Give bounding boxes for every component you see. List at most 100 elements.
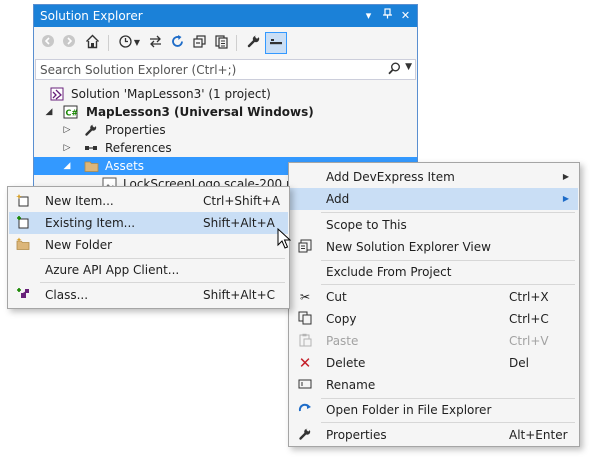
menu-item-add-devexpress-item[interactable]: Add DevExpress Item ▶ (290, 166, 578, 188)
menu-separator (321, 212, 575, 213)
menu-item-delete[interactable]: ✕ Delete Del (290, 352, 578, 374)
collapsed-arrow-icon[interactable]: ▷ (62, 139, 72, 157)
search-input[interactable]: Search Solution Explorer (Ctrl+;) ▼ (35, 59, 416, 80)
close-icon[interactable]: ✕ (398, 8, 413, 23)
chevron-down-icon[interactable]: ▼ (132, 34, 142, 52)
tree-item-label: Properties (105, 123, 166, 137)
auto-hide-pin-icon[interactable] (380, 8, 395, 23)
menu-item-shortcut: Shift+Alt+C (203, 288, 276, 302)
add-submenu: New Item... Ctrl+Shift+A Existing Item..… (7, 186, 290, 309)
paste-icon (297, 333, 313, 349)
search-icon[interactable] (388, 62, 401, 78)
new-folder-icon (15, 237, 31, 253)
menu-item-exclude-from-project[interactable]: Exclude From Project (290, 261, 578, 283)
menu-item-properties[interactable]: Properties Alt+Enter (290, 424, 578, 446)
open-folder-icon (297, 402, 313, 418)
tree-item-label: Assets (105, 159, 145, 173)
menu-item-shortcut: Ctrl+X (509, 290, 549, 304)
solution-icon (50, 87, 65, 101)
new-item-icon (15, 193, 31, 209)
wrench-icon (297, 427, 313, 443)
menu-separator (321, 422, 575, 423)
collapse-all-icon[interactable] (190, 34, 208, 52)
menu-item-cut[interactable]: ✂ Cut Ctrl+X (290, 286, 578, 308)
menu-item-shortcut: Ctrl+C (509, 312, 549, 326)
menu-item-add[interactable]: Add ▶ (290, 188, 578, 210)
menu-item-label: Paste (326, 334, 359, 348)
new-view-icon (297, 239, 313, 255)
menu-item-new-item[interactable]: New Item... Ctrl+Shift+A (9, 190, 288, 212)
menu-item-label: Delete (326, 356, 366, 370)
svg-text:C#: C# (66, 109, 79, 118)
menu-item-existing-item[interactable]: Existing Item... Shift+Alt+A (9, 212, 288, 234)
expanded-arrow-icon[interactable]: ◢ (44, 103, 54, 121)
menu-item-copy[interactable]: Copy Ctrl+C (290, 308, 578, 330)
menu-separator (321, 284, 575, 285)
show-all-files-icon[interactable] (212, 34, 230, 52)
menu-item-label: New Item... (45, 194, 114, 208)
folder-icon (84, 159, 99, 173)
expanded-arrow-icon[interactable]: ◢ (62, 157, 72, 175)
menu-item-label: Existing Item... (45, 216, 136, 230)
tree-item-solution[interactable]: Solution 'MapLesson3' (1 project) (34, 85, 417, 103)
preview-selected-items-icon[interactable] (265, 32, 287, 54)
menu-item-label: Azure API App Client... (45, 263, 180, 277)
menu-item-open-folder-in-file-explorer[interactable]: Open Folder in File Explorer (290, 399, 578, 421)
class-icon (15, 287, 31, 303)
menu-item-label: Copy (326, 312, 357, 326)
refresh-icon[interactable] (168, 34, 186, 52)
search-placeholder: Search Solution Explorer (Ctrl+;) (40, 63, 237, 77)
existing-item-icon (15, 215, 31, 231)
search-options-dropdown-icon[interactable]: ▼ (405, 62, 412, 72)
menu-item-new-solution-explorer-view[interactable]: New Solution Explorer View (290, 236, 578, 258)
wrench-icon (84, 123, 99, 137)
back-icon[interactable] (39, 34, 57, 52)
tree-item-label: MapLesson3 (Universal Windows) (86, 105, 314, 119)
collapsed-arrow-icon[interactable]: ▷ (62, 121, 72, 139)
rename-icon (297, 377, 313, 393)
menu-item-scope-to-this[interactable]: Scope to This (290, 214, 578, 236)
scissors-icon: ✂ (299, 290, 311, 304)
menu-item-label: Rename (326, 378, 376, 392)
menu-item-azure-api-app-client[interactable]: Azure API App Client... (9, 259, 288, 281)
menu-item-label: Add DevExpress Item (326, 170, 455, 184)
menu-item-label: Exclude From Project (326, 265, 452, 279)
menu-item-label: New Folder (45, 238, 113, 252)
menu-item-new-folder[interactable]: New Folder (9, 234, 288, 256)
tree-item-project[interactable]: ◢ C# MapLesson3 (Universal Windows) (34, 103, 417, 121)
tree-item-properties[interactable]: ▷ Properties (34, 121, 417, 139)
window-position-dropdown-icon[interactable]: ▾ (361, 8, 376, 23)
toolbar-separator (236, 35, 237, 51)
menu-item-paste[interactable]: Paste Ctrl+V (290, 330, 578, 352)
context-menu: Add DevExpress Item ▶ Add ▶ Scope to Thi… (288, 162, 580, 447)
menu-item-label: Add (326, 192, 350, 206)
delete-icon: ✕ (298, 354, 312, 372)
properties-wrench-icon[interactable] (244, 34, 262, 52)
menu-item-label: Scope to This (326, 218, 407, 232)
forward-icon[interactable] (60, 34, 78, 52)
home-icon[interactable] (83, 34, 101, 52)
tree-item-label: References (105, 141, 172, 155)
menu-item-label: Cut (326, 290, 347, 304)
solution-explorer-title-bar: Solution Explorer ▾ ✕ (34, 5, 417, 27)
csharp-project-icon: C# (63, 105, 78, 119)
menu-separator (40, 282, 285, 283)
references-icon (84, 141, 99, 155)
mouse-cursor-icon (277, 227, 292, 253)
panel-title: Solution Explorer (40, 9, 143, 23)
menu-item-label: Class... (45, 288, 89, 302)
submenu-arrow-icon: ▶ (562, 172, 569, 181)
menu-item-shortcut: Ctrl+V (509, 334, 549, 348)
menu-item-shortcut: Shift+Alt+A (203, 216, 275, 230)
menu-item-rename[interactable]: Rename (290, 374, 578, 396)
tree-item-references[interactable]: ▷ References (34, 139, 417, 157)
solution-explorer-toolbar: ▼ (34, 27, 417, 59)
menu-item-label: Open Folder in File Explorer (326, 403, 492, 417)
submenu-arrow-icon: ▶ (562, 194, 569, 203)
sync-with-active-document-icon[interactable] (146, 34, 164, 52)
copy-icon (297, 311, 313, 327)
menu-item-label: New Solution Explorer View (326, 240, 491, 254)
tree-item-label: Solution 'MapLesson3' (1 project) (71, 87, 271, 101)
menu-item-class[interactable]: Class... Shift+Alt+C (9, 284, 288, 306)
menu-item-label: Properties (326, 428, 387, 442)
